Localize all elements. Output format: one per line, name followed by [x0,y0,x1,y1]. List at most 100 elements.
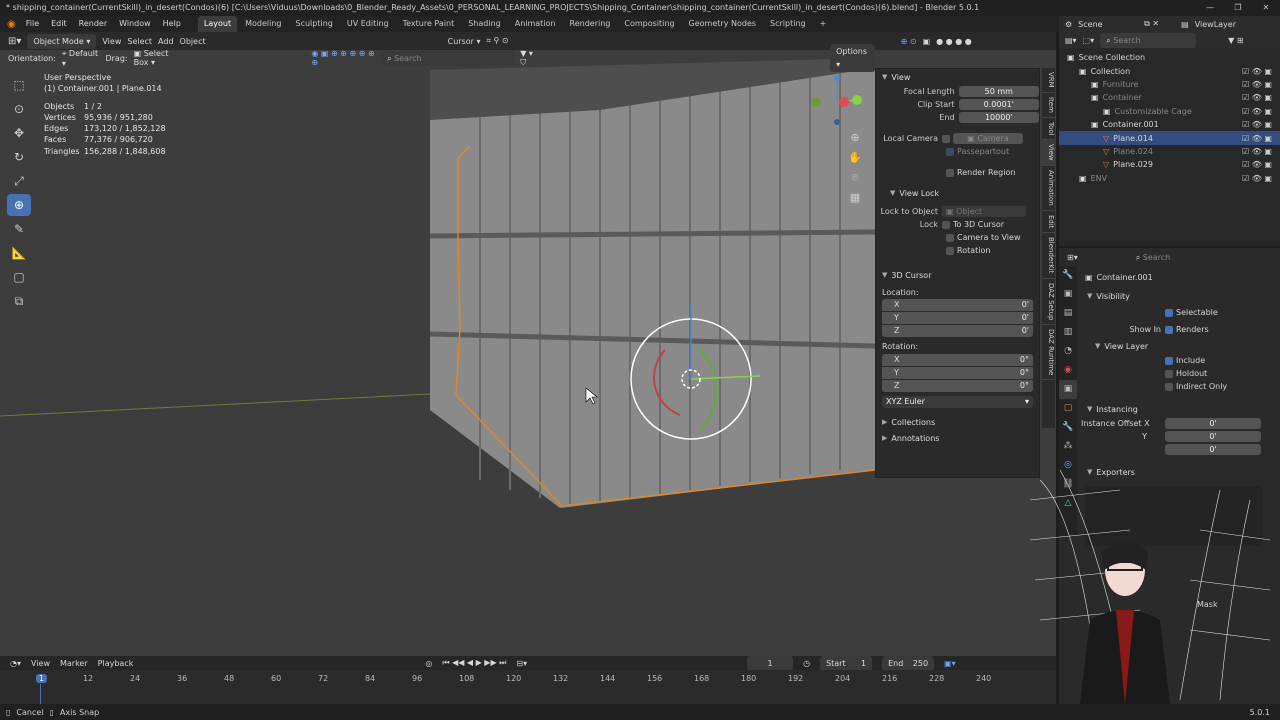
menu-object[interactable]: Object [180,37,206,46]
menu-render[interactable]: Render [74,16,112,32]
overlay-icons[interactable]: ◉ ▣ ⊕ ⊕ ⊕ ⊕ ⊕ ⊕ [311,49,375,67]
record-icon[interactable]: ◎ [425,659,432,668]
visibility-eye-icon[interactable]: ☑ 👁 ▣ [1242,174,1272,183]
menu-help[interactable]: Help [158,16,186,32]
end-frame-field[interactable]: End 250 [882,655,935,671]
menu-add[interactable]: Add [158,37,174,46]
timeline-editor-icon[interactable]: ◔▾ [10,659,21,668]
rotation-x-field[interactable]: X 0° [882,354,1033,366]
options-dropdown[interactable]: Options ▾ [830,44,875,72]
start-frame-field[interactable]: Start 1 [820,655,873,671]
minimize-icon[interactable]: — [1196,0,1224,16]
xray-icon[interactable]: ▣ [923,37,931,46]
view-section-header[interactable]: ▼ View [876,69,1039,85]
timeline-menu-marker[interactable]: Marker [60,659,88,668]
tab-item[interactable]: Item [1042,93,1055,118]
cursor-tool-icon[interactable]: ⊙ [7,98,31,120]
outliner-row[interactable]: ▽ Plane.024 ☑ 👁 ▣ [1059,145,1280,158]
tab-rendering[interactable]: Rendering [564,16,617,32]
view-layer-tab-icon[interactable]: ▥ [1059,323,1077,342]
timeline-ruler[interactable]: 1 12 24 36 48 60 72 84 96 108 120 132 144 156 168 180 19… [0,670,1056,704]
rotate-tool-icon[interactable]: ↻ [7,146,31,168]
measure-tool-icon[interactable]: 📐 [7,242,31,264]
timeline-menu-view[interactable]: View [31,659,50,668]
outliner-row[interactable]: ▣ ENV ☑ 👁 ▣ [1059,172,1280,185]
visibility-eye-icon[interactable]: ☑ 👁 ▣ [1242,80,1272,89]
menu-file[interactable]: File [21,16,44,32]
visibility-eye-icon[interactable]: ☑ 👁 ▣ [1242,93,1272,102]
move-tool-icon[interactable]: ✥ [7,122,31,144]
tab-shading[interactable]: Shading [462,16,507,32]
output-tab-icon[interactable]: ▤ [1059,304,1077,323]
tab-view[interactable]: View [1042,140,1055,166]
current-frame-field[interactable]: 1 [747,655,794,671]
selectable-checkbox[interactable] [1165,308,1173,317]
outliner-row[interactable]: ▣ Collection ☑ 👁 ▣ [1059,64,1280,77]
collections-section-header[interactable]: ▶ Collections [876,414,1039,430]
object-tab-icon[interactable]: ▢ [1059,399,1077,418]
properties-editor-icon[interactable]: ⊞▾ [1067,253,1078,262]
snap-icon[interactable]: ⌗ ⚲ ⊙ [486,36,508,46]
outliner-filter-icon[interactable]: ⬚▾ [1083,36,1095,45]
tab-edit[interactable]: Edit [1042,211,1055,234]
tab-texture-paint[interactable]: Texture Paint [397,16,461,32]
pan-hand-icon[interactable]: ✋ [846,148,864,168]
holdout-checkbox[interactable] [1165,369,1173,378]
scene-icon[interactable]: ⚙ [1065,20,1072,29]
scene-selector[interactable]: Scene [1078,20,1138,29]
visibility-eye-icon[interactable]: ☑ 👁 ▣ [1242,67,1272,76]
cursor-dropdown[interactable]: Cursor ▾ [448,37,481,46]
visibility-eye-icon[interactable]: ☑ 👁 ▣ [1242,147,1272,156]
rotation-lock-checkbox[interactable] [946,246,954,255]
tab-daz-runtime[interactable]: DAZ Runtime [1042,325,1055,381]
outliner-search-input[interactable]: ⌕ Search [1100,32,1197,48]
tool-tab-icon[interactable]: 🔧 [1059,266,1077,285]
viewport-search-input[interactable]: ⌕ Search [381,50,515,66]
instance-offset-x-field[interactable]: 0' [1165,418,1261,429]
playback-controls-icon[interactable]: ⏮ ◀◀ ◀ ▶ ▶▶ ⏭ [442,658,506,668]
zoom-icon[interactable]: ⊕ [846,128,864,148]
properties-search-input[interactable]: ⌕ Search [1129,249,1210,265]
view-lock-section-header[interactable]: ▼ View Lock [876,185,1039,201]
sync-icon[interactable]: ▣▾ [944,659,956,668]
clip-end-field[interactable]: 10000' [958,112,1039,123]
drag-dropdown[interactable]: ▣ Select Box ▾ [134,49,186,67]
focal-length-field[interactable]: 50 mm [958,86,1039,97]
tab-tool[interactable]: Tool [1042,118,1055,141]
visibility-eye-icon[interactable]: ☑ 👁 ▣ [1242,107,1272,116]
menu-view[interactable]: View [102,37,121,46]
visibility-section-header[interactable]: ▼ Visibility [1081,288,1280,304]
camera-view-icon[interactable]: ⌾ [846,168,864,188]
include-checkbox[interactable] [1165,356,1173,365]
collection-tab-icon[interactable]: ▣ [1059,380,1077,399]
tab-vrm[interactable]: VRM [1042,68,1055,93]
close-icon[interactable]: ✕ [1252,0,1280,16]
outliner-funnel-icon[interactable]: ▼ ⊞ [1228,36,1243,45]
transform-tool-icon[interactable]: ⊕ [7,194,31,216]
visibility-eye-icon[interactable]: ☑ 👁 ▣ [1242,120,1272,129]
scene-actions-icon[interactable]: ⧉ ✕ [1144,19,1159,29]
lock-object-field[interactable]: ▣ Object [942,206,1026,217]
tab-animation[interactable]: Animation [509,16,562,32]
render-tab-icon[interactable]: ▣ [1059,285,1077,304]
add-cube-tool-icon[interactable]: ▢ [7,266,31,288]
blender-logo-icon[interactable]: ◉ [4,19,19,30]
scene-tab-icon[interactable]: ◔ [1059,342,1077,361]
clip-start-field[interactable]: 0.0001' [958,99,1039,110]
location-x-field[interactable]: X 0' [882,299,1033,311]
outliner-row[interactable]: ▽ Plane.029 ☑ 👁 ▣ [1059,158,1280,171]
maximize-icon[interactable]: ❐ [1224,0,1252,16]
view-layer-selector[interactable]: ViewLayer [1195,20,1236,29]
particles-tab-icon[interactable]: ⁂ [1059,437,1077,456]
instance-offset-z-field[interactable]: 0' [1165,444,1261,455]
instance-offset-y-field[interactable]: 0' [1165,431,1261,442]
render-region-checkbox[interactable] [946,168,954,177]
modifier-tab-icon[interactable]: 🔧 [1059,418,1077,437]
tab-scripting[interactable]: Scripting [764,16,812,32]
outliner-row[interactable]: ▣ Container.001 ☑ 👁 ▣ [1059,118,1280,131]
outliner-row[interactable]: ▣ Container ☑ 👁 ▣ [1059,91,1280,104]
object-mode-dropdown[interactable]: Object Mode ▾ [27,33,97,49]
outliner-row[interactable]: ▣ Scene Collection [1059,51,1280,64]
shading-modes-icon[interactable]: ● ● ● ● [936,37,972,46]
orientation-dropdown[interactable]: ⌖ Default ▾ [62,49,100,68]
